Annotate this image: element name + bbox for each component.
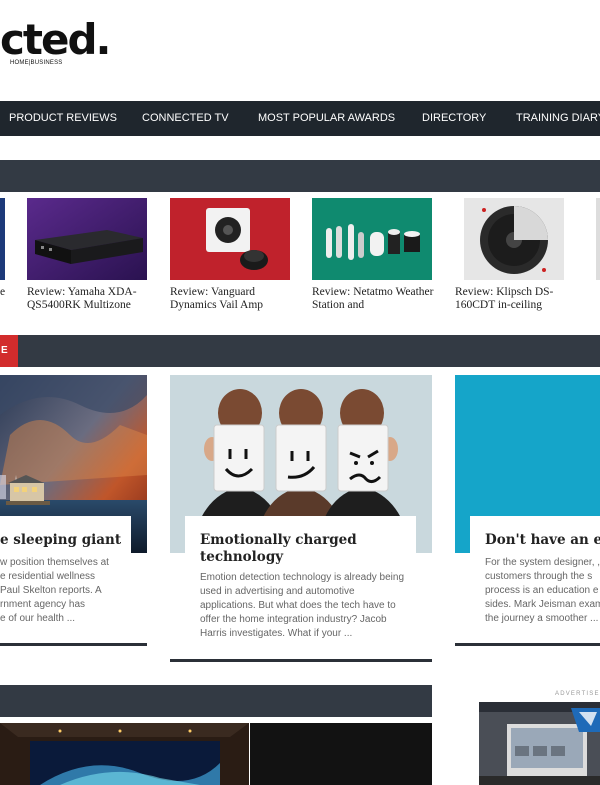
- section-bar-reviews: [0, 160, 600, 192]
- feature-title-sleeping-giant[interactable]: e sleeping giant: [0, 532, 121, 549]
- ceiling-speaker-icon: [464, 198, 564, 280]
- logo-subtext: HOME|BUSINESS: [10, 60, 63, 66]
- product-image-partial[interactable]: [0, 198, 5, 280]
- feature-divider-3: [455, 643, 600, 646]
- feature-card-sleeping-giant[interactable]: e sleeping giant w position themselves a…: [0, 516, 131, 624]
- weather-station-icon: [312, 198, 432, 280]
- feature-title-emotionally-charged[interactable]: Emotionally charged technology: [200, 532, 400, 566]
- product-image-vanguard[interactable]: [170, 198, 290, 280]
- nav-directory[interactable]: DIRECTORY: [422, 101, 486, 136]
- feature-card-eager[interactable]: Don't have an eage For the system design…: [470, 516, 600, 626]
- advertisement-image[interactable]: [479, 702, 600, 785]
- section-tag[interactable]: E: [0, 335, 18, 367]
- product-image-yamaha[interactable]: [27, 198, 147, 280]
- site-logo[interactable]: cted. HOME|BUSINESS: [0, 18, 111, 70]
- wall-plate-icon: [170, 198, 290, 280]
- main-nav: PRODUCT REVIEWS CONNECTED TV MOST POPULA…: [0, 101, 600, 136]
- cinema-room-image: [0, 723, 249, 785]
- feature-text-emotionally-charged: Emotion detection technology is already …: [200, 572, 405, 639]
- nav-product-reviews[interactable]: PRODUCT REVIEWS: [9, 101, 117, 136]
- bottom-image-dark[interactable]: [250, 723, 432, 785]
- bottom-image-cinema[interactable]: [0, 723, 249, 785]
- amplifier-icon: [27, 198, 147, 280]
- ad-room-image: [479, 702, 600, 785]
- product-image-partial-right[interactable]: [596, 198, 600, 280]
- nav-connected-tv[interactable]: CONNECTED TV: [142, 101, 229, 136]
- feature-text-eager: For the system designer, , customers thr…: [485, 557, 600, 624]
- product-title-vanguard[interactable]: Review: Vanguard Dynamics Vail Amp: [170, 286, 295, 312]
- advertise-label: ADVERTISE: [555, 691, 600, 697]
- product-image-netatmo[interactable]: [312, 198, 432, 280]
- product-title-klipsch[interactable]: Review: Klipsch DS-160CDT in-ceiling: [455, 286, 580, 312]
- feature-divider-1: [0, 643, 147, 646]
- logo-wordmark: cted.: [0, 15, 111, 64]
- product-title-yamaha[interactable]: Review: Yamaha XDA-QS5400RK Multizone: [27, 286, 152, 312]
- section-bar-features: [0, 335, 600, 367]
- section-bar-bottom: [0, 685, 432, 717]
- feature-card-emotionally-charged[interactable]: Emotionally charged technology Emotion d…: [185, 516, 416, 661]
- feature-title-eager[interactable]: Don't have an eage: [485, 532, 600, 549]
- feature-divider-2: [170, 659, 432, 662]
- nav-training-diary[interactable]: TRAINING DIARY: [516, 101, 600, 136]
- product-title-netatmo[interactable]: Review: Netatmo Weather Station and: [312, 286, 437, 312]
- nav-most-popular-awards[interactable]: MOST POPULAR AWARDS: [258, 101, 395, 136]
- product-title-partial[interactable]: e: [0, 286, 6, 312]
- product-image-klipsch[interactable]: [464, 198, 564, 280]
- feature-text-sleeping-giant: w position themselves at e residential w…: [0, 557, 109, 624]
